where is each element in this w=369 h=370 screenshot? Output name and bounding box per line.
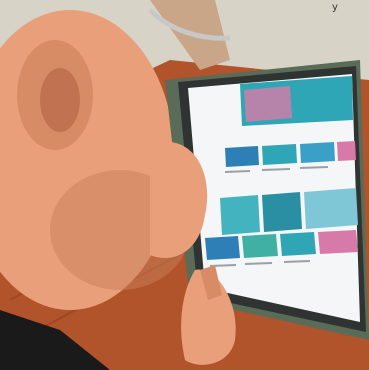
card-thumb[interactable] <box>225 146 259 167</box>
card-thumb[interactable] <box>304 188 358 229</box>
card-thumb[interactable] <box>280 232 316 256</box>
photo-scene: y <box>0 0 369 370</box>
photo-svg: y <box>0 0 369 370</box>
partial-top-text: y <box>332 2 338 13</box>
card-thumb[interactable] <box>205 236 240 260</box>
ear-inner <box>40 68 80 132</box>
card-thumb[interactable] <box>220 195 260 235</box>
card-thumb[interactable] <box>262 192 302 232</box>
card-thumb[interactable] <box>262 144 297 165</box>
banner-pink <box>244 86 292 122</box>
card-thumb[interactable] <box>337 141 356 161</box>
card-thumb[interactable] <box>300 142 335 163</box>
card-thumb[interactable] <box>242 234 278 258</box>
card-thumb[interactable] <box>318 230 358 254</box>
